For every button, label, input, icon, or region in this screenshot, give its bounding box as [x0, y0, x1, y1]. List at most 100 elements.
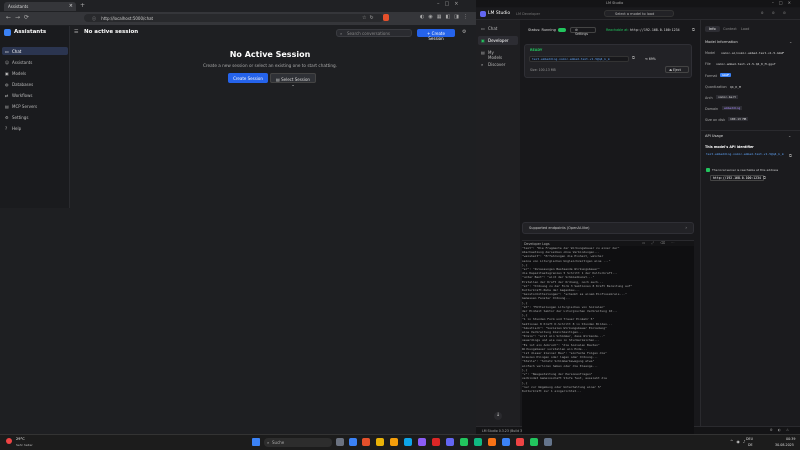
- sidebar-item-settings[interactable]: ⚙ Settings: [2, 113, 68, 121]
- browser-tab[interactable]: Assistants ×: [4, 2, 76, 11]
- sidebar-item-mcp-servers[interactable]: ▤ MCP Servers: [2, 102, 68, 110]
- weather-temp: 29°C: [16, 437, 25, 441]
- copy-icon[interactable]: ⧉: [692, 27, 695, 32]
- api-usage-title: API Usage: [705, 134, 724, 138]
- info-label-domain: Domain: [705, 107, 719, 111]
- lmstudio-window-title: LM Studio: [606, 1, 624, 5]
- eject-button[interactable]: ⏏ Eject: [665, 66, 689, 73]
- folder-icon[interactable]: [376, 438, 384, 446]
- app-icon-6[interactable]: [474, 438, 482, 446]
- reachable-url[interactable]: http://192.168.0.100:1234: [630, 28, 680, 32]
- copy-icon[interactable]: ⧉: [632, 55, 635, 60]
- lmstudio-taskbar-icon[interactable]: [446, 438, 454, 446]
- api-identifier-label: This model's API identifier: [705, 145, 754, 149]
- local-server-url[interactable]: http://192.168.0.100:1234: [710, 175, 764, 181]
- info-label-format: Format: [705, 74, 717, 78]
- lm-nav-chat[interactable]: ▭ Chat: [478, 24, 518, 33]
- app-icon-8[interactable]: [502, 438, 510, 446]
- header-tools[interactable]: ⚙⚙⚙: [761, 11, 794, 15]
- window-controls[interactable]: –□×: [437, 1, 463, 7]
- logs-tools[interactable]: ▭⤢⌫⋯: [642, 241, 681, 245]
- chevron-down-icon[interactable]: ⌄: [788, 133, 791, 138]
- context-usage: ⟲ 69%: [645, 57, 656, 61]
- lm-nav-discover[interactable]: ⌕ Discover: [478, 60, 518, 69]
- api-identifier-value[interactable]: text-embedding-nomic-embed-text-v1.5@q4_…: [706, 152, 786, 156]
- empty-create-session-button[interactable]: Create Session: [228, 73, 268, 83]
- tab-title: Assistants: [8, 4, 29, 9]
- server-icon: ▤: [5, 104, 9, 109]
- taskbar-search[interactable]: ⌕ Suche: [264, 438, 332, 447]
- sidebar-item-databases[interactable]: ◍ Databases: [2, 80, 68, 88]
- app-icon-4[interactable]: [418, 438, 426, 446]
- developer-tab-label[interactable]: LM Developer: [516, 12, 540, 16]
- info-value-quantization: Q4_K_M: [730, 85, 741, 89]
- window-controls[interactable]: –□×: [772, 0, 796, 5]
- address-actions[interactable]: ☆↻: [362, 15, 377, 21]
- developer-logs[interactable]: "text": "Die Fragmente der Wirkungsbauer…: [522, 246, 694, 434]
- new-tab-icon[interactable]: +: [80, 2, 85, 9]
- settings-icon[interactable]: ⚙: [462, 29, 466, 35]
- lmstudio-app-title: LM Studio: [488, 11, 511, 16]
- brave-shield-icon[interactable]: [383, 14, 389, 21]
- chevron-down-icon[interactable]: ⌄: [789, 39, 792, 44]
- lang-label[interactable]: DEU: [746, 437, 753, 441]
- tab-load[interactable]: Load: [737, 26, 753, 32]
- info-value-domain: embedding: [722, 106, 743, 110]
- info-label-model: Model: [705, 51, 716, 55]
- clock-date[interactable]: 30.08.2025: [775, 443, 794, 447]
- copy-icon[interactable]: ⧉: [789, 153, 792, 158]
- model-id-field[interactable]: text-embedding-nomic-embed-text-v1.5@q4_…: [529, 56, 629, 62]
- app-icon-7[interactable]: [488, 438, 496, 446]
- close-icon[interactable]: ×: [69, 3, 73, 9]
- app-icon-3[interactable]: [404, 438, 412, 446]
- menu-icon[interactable]: ☰: [74, 29, 78, 35]
- sidebar-item-help[interactable]: ? Help: [2, 124, 68, 132]
- lm-nav-my-models[interactable]: ▤ My Models: [478, 48, 518, 60]
- search-icon: ⌕: [340, 31, 343, 36]
- tab-info[interactable]: Info: [705, 26, 720, 32]
- select-session-button[interactable]: ▤ Select Session ⌄: [270, 73, 316, 87]
- sidebar-item-models[interactable]: ▣ Models: [2, 69, 68, 77]
- check-icon: [706, 168, 710, 172]
- lmstudio-titlebar: LM Studio –□×: [476, 0, 800, 7]
- help-icon: ?: [5, 126, 8, 131]
- log-line: Kulturkraft zur 1 eingerichtet...: [522, 388, 582, 393]
- sidebar-item-chat[interactable]: ▭ Chat: [2, 47, 68, 55]
- spotify-icon[interactable]: [460, 438, 468, 446]
- info-value-size: 100.13 MB: [728, 117, 749, 121]
- app-icon-10[interactable]: [544, 438, 552, 446]
- info-value-model: nomic-ai/nomic-embed-text-v1.5-GGUF: [721, 51, 785, 55]
- search-input[interactable]: ⌕ Search conversations: [336, 29, 412, 37]
- loaded-model-card: READY text-embedding-nomic-embed-text-v1…: [524, 44, 692, 78]
- settings-button[interactable]: ⚙ Settings: [570, 27, 596, 36]
- model-select[interactable]: Select a model to load: [604, 10, 674, 17]
- sidebar-item-assistants[interactable]: ☺ Assistants: [2, 58, 68, 66]
- lang-region[interactable]: DE: [748, 443, 753, 447]
- lmstudio-header: LM Studio LM Developer Select a model to…: [476, 8, 800, 20]
- info-label-quantization: Quantization: [705, 85, 727, 89]
- server-toggle[interactable]: [558, 28, 566, 32]
- task-view-icon[interactable]: [336, 438, 344, 446]
- taskbar: 29°C Sehr heiter ⌕ Suche ^◉♪ DEU DE 00:3…: [0, 434, 800, 450]
- app-icon-1[interactable]: [349, 438, 357, 446]
- brave-icon[interactable]: [362, 438, 370, 446]
- extensions-icons[interactable]: ◐◉▦◧◨⋮: [420, 14, 472, 20]
- app-icon-5[interactable]: [432, 438, 440, 446]
- sidebar-item-workflows[interactable]: ⇄ Workflows: [2, 91, 68, 99]
- chevron-right-icon: ›: [685, 225, 687, 230]
- clock-time[interactable]: 00:39: [786, 437, 796, 441]
- browser-window: Assistants × + –□× ←→⟳ ⓘ http://localhos…: [0, 0, 476, 434]
- supported-endpoints-row[interactable]: Supported endpoints (OpenAI-like) ›: [522, 222, 694, 234]
- app-icon-2[interactable]: [390, 438, 398, 446]
- chrome-icon[interactable]: [530, 438, 538, 446]
- app-icon-9[interactable]: [516, 438, 524, 446]
- copy-icon[interactable]: ⧉: [763, 175, 766, 180]
- info-value-arch: nomic-bert: [716, 95, 739, 99]
- footer-status-icons[interactable]: ⚙◐⚠: [770, 428, 794, 432]
- address-bar[interactable]: ⓘ http://localhost:5000/chat: [84, 14, 384, 22]
- scroll-bottom-icon[interactable]: ↓: [494, 412, 502, 420]
- create-session-button[interactable]: + Create Session: [417, 29, 455, 41]
- start-icon[interactable]: [252, 438, 260, 446]
- nav-buttons[interactable]: ←→⟳: [6, 14, 33, 21]
- lm-nav-developer[interactable]: ▣ Developer: [478, 36, 518, 45]
